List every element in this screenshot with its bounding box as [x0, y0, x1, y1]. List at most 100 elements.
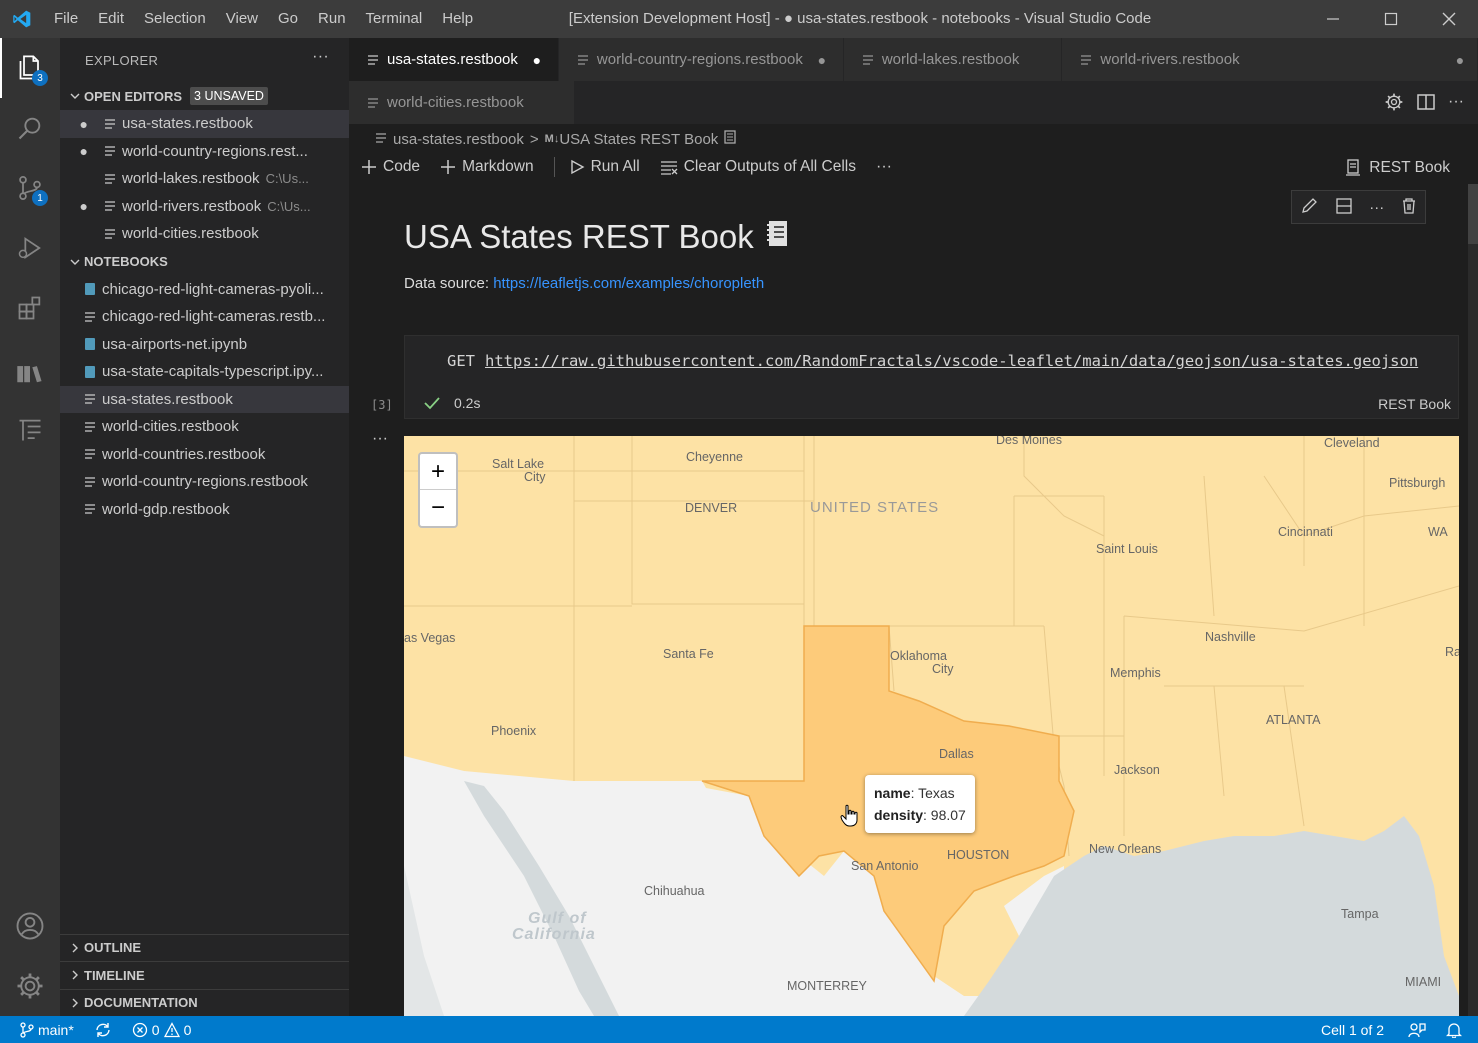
open-editor-path: C:\Us... [267, 198, 311, 214]
tab-world-cities[interactable]: world-cities.restbook [349, 81, 575, 124]
chevron-down-icon [66, 91, 84, 101]
map-label-cleveland: Cleveland [1324, 436, 1380, 450]
menu-run[interactable]: Run [308, 0, 356, 38]
kernel-picker[interactable]: REST Book [1345, 159, 1450, 177]
breadcrumb-file[interactable]: usa-states.restbook [393, 131, 524, 148]
notebook-item[interactable]: world-gdp.restbook [60, 496, 349, 524]
trash-icon[interactable] [1401, 197, 1417, 218]
chevron-right-icon [66, 998, 84, 1008]
add-markdown-label: Markdown [462, 158, 534, 175]
documentation-header[interactable]: DOCUMENTATION [60, 988, 349, 1017]
split-cell-icon[interactable] [1335, 197, 1353, 218]
tooltip-density-value: 98.07 [930, 807, 966, 823]
cell-more-icon[interactable]: ··· [1369, 199, 1384, 216]
map-label-memphis: Memphis [1110, 666, 1161, 680]
notebook-item[interactable]: chicago-red-light-cameras.restb... [60, 303, 349, 331]
notebook-activity[interactable] [0, 400, 60, 460]
run-all-button[interactable]: Run All [569, 158, 640, 176]
tab-world-country-regions[interactable]: world-country-regions.restbook ● [558, 38, 844, 81]
zoom-in-button[interactable]: + [420, 454, 456, 490]
books-activity[interactable] [0, 343, 60, 403]
notebook-item[interactable]: usa-airports-net.ipynb [60, 331, 349, 359]
tab-world-rivers[interactable]: world-rivers.restbook ● [1062, 38, 1478, 81]
leaflet-map[interactable]: + − Des Moines Cleveland Salt Lake City … [404, 436, 1459, 1016]
request-line[interactable]: GET https://raw.githubusercontent.com/Ran… [447, 352, 1418, 370]
menu-view[interactable]: View [216, 0, 268, 38]
zoom-out-button[interactable]: − [420, 490, 456, 526]
notebook-item[interactable]: usa-state-capitals-typescript.ipy... [60, 358, 349, 386]
map-label-chihuahua: Chihuahua [644, 884, 705, 898]
manage-activity[interactable] [0, 956, 60, 1016]
notebook-item[interactable]: world-countries.restbook [60, 441, 349, 469]
status-bar: main* 0 0 Cell 1 of 2 [0, 1016, 1478, 1043]
scrollbar-thumb[interactable] [1468, 184, 1478, 244]
cell-indicator[interactable]: Cell 1 of 2 [1311, 1022, 1398, 1038]
outline-header[interactable]: OUTLINE [60, 933, 349, 962]
notebook-item[interactable]: chicago-red-light-cameras-pyoli... [60, 276, 349, 304]
breadcrumb-section[interactable]: USA States REST Book [559, 131, 718, 148]
add-code-cell-button[interactable]: Code [361, 158, 420, 176]
open-editor-item[interactable]: ● world-country-regions.rest... [60, 138, 349, 166]
sync-button[interactable] [84, 1022, 122, 1038]
feedback-button[interactable] [1398, 1022, 1436, 1038]
run-debug-activity[interactable] [0, 218, 60, 278]
explorer-activity[interactable]: 3 [0, 38, 60, 98]
menu-file[interactable]: File [44, 0, 88, 38]
extensions-activity[interactable] [0, 278, 60, 338]
accounts-activity[interactable] [0, 896, 60, 956]
notebooks-header[interactable]: NOTEBOOKS [60, 248, 349, 276]
toolbar-more-icon[interactable]: ··· [876, 158, 892, 176]
open-editor-item[interactable]: world-cities.restbook [60, 220, 349, 248]
timeline-header[interactable]: TIMELINE [60, 961, 349, 989]
split-editor-icon[interactable] [1416, 92, 1436, 115]
menu-selection[interactable]: Selection [134, 0, 216, 38]
editor-scrollbar[interactable] [1468, 184, 1478, 1016]
problems-indicator[interactable]: 0 0 [122, 1022, 202, 1038]
search-icon [18, 117, 41, 140]
edit-pencil-icon[interactable] [1300, 197, 1318, 218]
run-debug-icon [18, 237, 41, 259]
map-label-salt-lake: Salt Lake [492, 457, 545, 471]
dirty-dot-icon[interactable]: ● [1453, 52, 1467, 68]
minimize-button[interactable] [1304, 0, 1362, 38]
explorer-more-icon[interactable]: ··· [312, 48, 329, 66]
notebook-name: usa-airports-net.ipynb [102, 335, 248, 353]
git-branch[interactable]: main* [0, 1022, 84, 1038]
clear-outputs-button[interactable]: Clear Outputs of All Cells [660, 158, 856, 176]
notebook-item[interactable]: world-cities.restbook [60, 413, 349, 441]
code-cell[interactable]: GET https://raw.githubusercontent.com/Ran… [404, 335, 1459, 419]
open-editor-item[interactable]: ● world-rivers.restbook C:\Us... [60, 193, 349, 221]
open-editor-item[interactable]: ● usa-states.restbook [60, 110, 349, 138]
add-markdown-cell-button[interactable]: Markdown [440, 158, 534, 176]
editor-tabs-row-1: usa-states.restbook ● world-country-regi… [349, 38, 1478, 81]
output-more-icon[interactable]: ··· [372, 430, 388, 448]
menu-terminal[interactable]: Terminal [356, 0, 433, 38]
map-label-wa: WA [1428, 525, 1448, 539]
tab-usa-states[interactable]: usa-states.restbook ● [349, 38, 559, 81]
tab-world-lakes[interactable]: world-lakes.restbook [843, 38, 1063, 81]
notifications-button[interactable] [1436, 1022, 1478, 1038]
notebook-item[interactable]: world-country-regions.restbook [60, 468, 349, 496]
dirty-dot-icon[interactable]: ● [530, 52, 544, 68]
more-actions-icon[interactable]: ··· [1448, 92, 1464, 115]
search-activity[interactable] [0, 98, 60, 158]
data-source-link[interactable]: https://leafletjs.com/examples/choroplet… [493, 275, 764, 292]
dirty-dot-icon[interactable]: ● [815, 52, 829, 68]
map-label-san-antonio: San Antonio [851, 859, 919, 873]
notebook-editor: usa-states.restbook > M↓ USA States REST… [349, 124, 1478, 1016]
close-window-button[interactable] [1420, 0, 1478, 38]
notebook-item[interactable]: usa-states.restbook [60, 385, 349, 413]
request-url[interactable]: https://raw.githubusercontent.com/Random… [485, 352, 1418, 370]
open-editors-header[interactable]: OPEN EDITORS 3 UNSAVED [60, 82, 349, 110]
maximize-button[interactable] [1362, 0, 1420, 38]
tab-label: world-cities.restbook [387, 94, 524, 111]
menu-go[interactable]: Go [268, 0, 308, 38]
tooltip-name-value: Texas [918, 785, 955, 801]
menu-help[interactable]: Help [432, 0, 483, 38]
open-editor-item[interactable]: world-lakes.restbook C:\Us... [60, 165, 349, 193]
source-control-activity[interactable]: 1 [0, 158, 60, 218]
map-label-houston: HOUSTON [947, 848, 1010, 862]
menu-edit[interactable]: Edit [88, 0, 134, 38]
map-label-denver: DENVER [685, 501, 738, 515]
gear-icon[interactable] [1384, 92, 1404, 115]
